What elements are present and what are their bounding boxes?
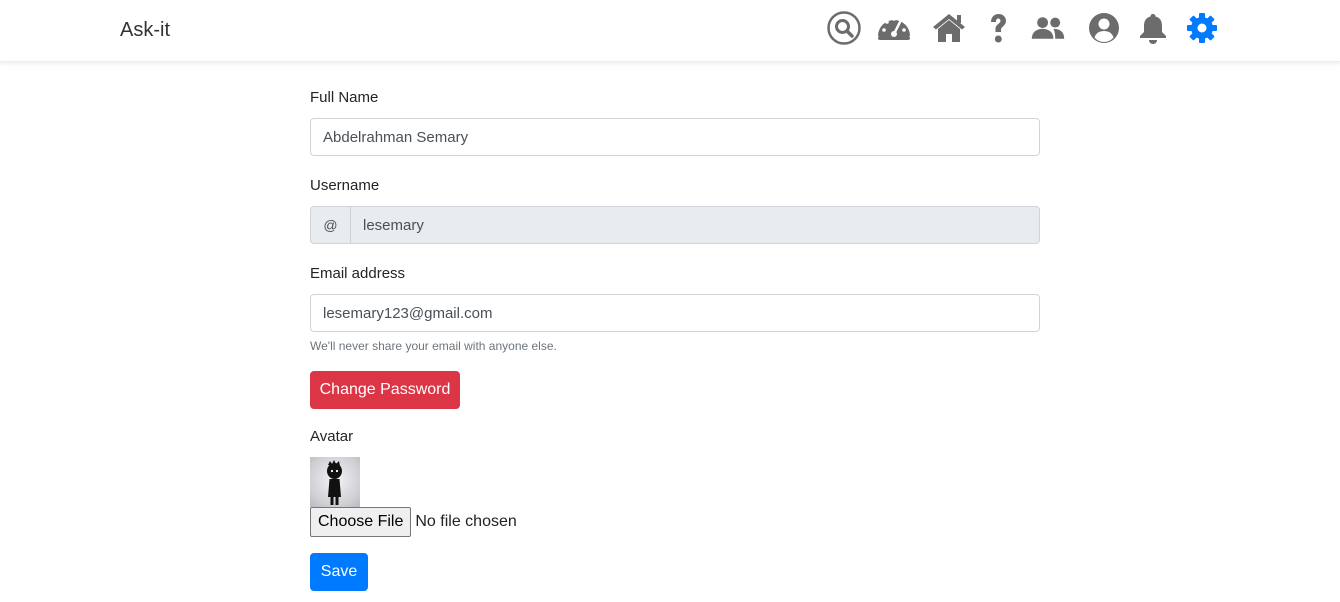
navbar: Ask-it [0, 0, 1340, 62]
brand-logo[interactable]: Ask-it [120, 19, 170, 42]
username-input [350, 206, 1040, 244]
file-status-text: No file chosen [415, 513, 517, 530]
avatar-label: Avatar [310, 428, 354, 445]
save-button[interactable]: Save [310, 553, 368, 591]
gear-icon[interactable] [1184, 10, 1220, 46]
full-name-input[interactable] [310, 118, 1040, 156]
profile-form: Full Name Username @ Email address We'll… [310, 88, 1040, 591]
email-input[interactable] [310, 294, 1040, 332]
full-name-label: Full Name [310, 89, 379, 106]
users-icon[interactable] [1030, 10, 1066, 46]
home-icon[interactable] [931, 10, 967, 46]
email-label: Email address [310, 265, 406, 282]
help-icon[interactable] [980, 10, 1016, 46]
username-input-group: @ [310, 206, 1040, 244]
search-icon[interactable] [826, 10, 862, 46]
change-password-button[interactable]: Change Password [310, 371, 460, 409]
profile-icon[interactable] [1086, 10, 1122, 46]
username-label: Username [310, 177, 380, 194]
choose-file-button[interactable]: Choose File [310, 507, 412, 537]
file-input: Choose File No file chosen [310, 507, 1040, 537]
bell-icon[interactable] [1135, 10, 1171, 46]
email-help-text: We'll never share your email with anyone… [310, 339, 557, 353]
avatar-image [310, 457, 360, 507]
at-prefix: @ [310, 206, 350, 244]
dashboard-icon[interactable] [876, 10, 912, 46]
